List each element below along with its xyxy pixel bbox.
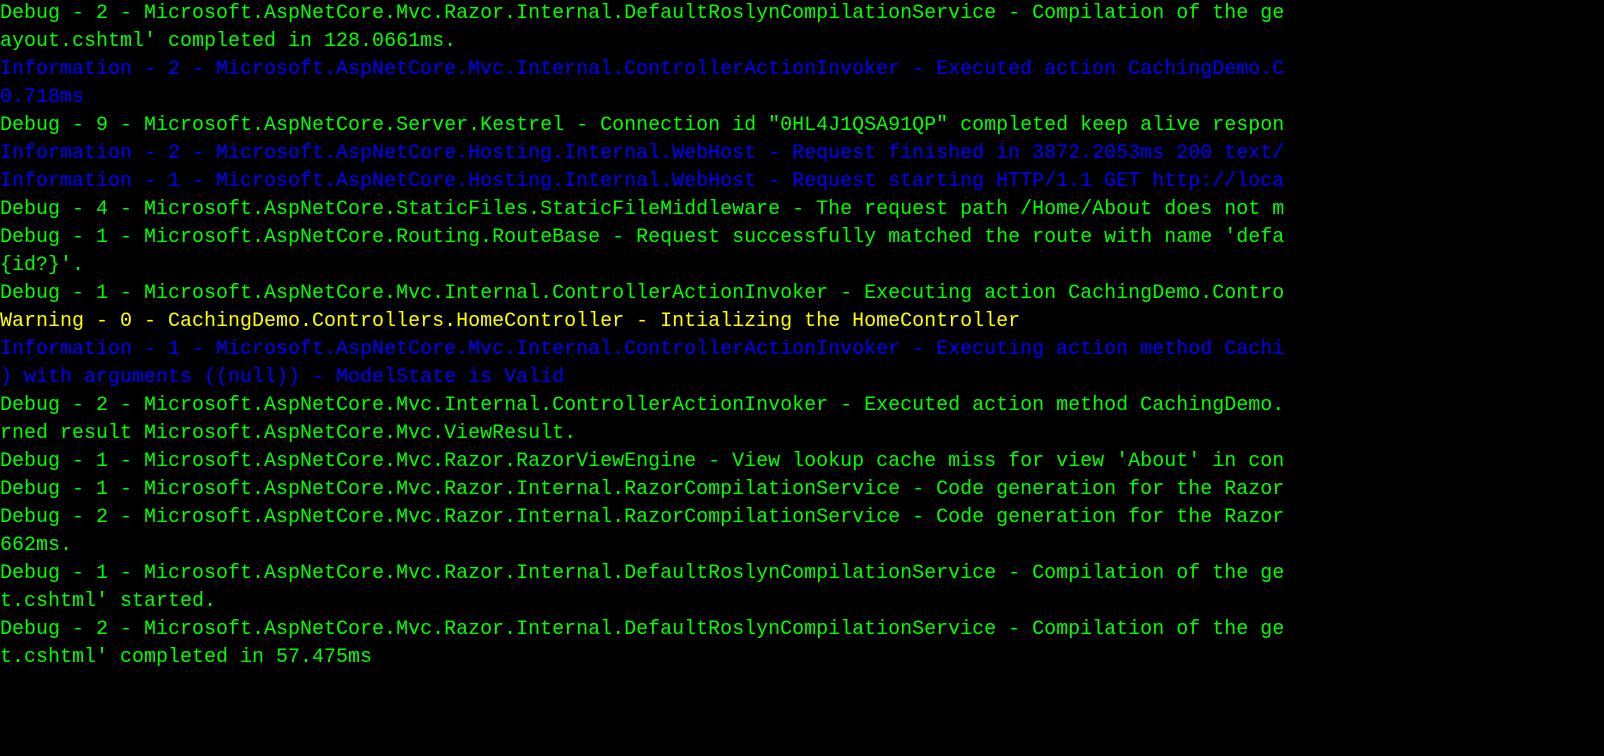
log-line: 662ms. — [0, 532, 1604, 560]
log-line: Debug - 2 - Microsoft.AspNetCore.Mvc.Raz… — [0, 504, 1604, 532]
log-line: Information - 1 - Microsoft.AspNetCore.H… — [0, 168, 1604, 196]
log-line: Debug - 2 - Microsoft.AspNetCore.Mvc.Int… — [0, 392, 1604, 420]
log-line: Information - 2 - Microsoft.AspNetCore.M… — [0, 56, 1604, 84]
log-line: ) with arguments ((null)) - ModelState i… — [0, 364, 1604, 392]
console-output[interactable]: Debug - 2 - Microsoft.AspNetCore.Mvc.Raz… — [0, 0, 1604, 756]
log-line: Debug - 1 - Microsoft.AspNetCore.Mvc.Raz… — [0, 448, 1604, 476]
log-line: Information - 1 - Microsoft.AspNetCore.M… — [0, 336, 1604, 364]
log-line: Debug - 2 - Microsoft.AspNetCore.Mvc.Raz… — [0, 0, 1604, 28]
log-line: t.cshtml' completed in 57.475ms — [0, 644, 1604, 672]
log-line: t.cshtml' started. — [0, 588, 1604, 616]
log-line: Debug - 1 - Microsoft.AspNetCore.Mvc.Raz… — [0, 560, 1604, 588]
log-line: Debug - 2 - Microsoft.AspNetCore.Mvc.Raz… — [0, 616, 1604, 644]
log-line: Debug - 1 - Microsoft.AspNetCore.Mvc.Int… — [0, 280, 1604, 308]
log-line: {id?}'. — [0, 252, 1604, 280]
log-line: Debug - 1 - Microsoft.AspNetCore.Routing… — [0, 224, 1604, 252]
log-line: Warning - 0 - CachingDemo.Controllers.Ho… — [0, 308, 1604, 336]
log-line: Information - 2 - Microsoft.AspNetCore.H… — [0, 140, 1604, 168]
log-line: rned result Microsoft.AspNetCore.Mvc.Vie… — [0, 420, 1604, 448]
log-line: ayout.cshtml' completed in 128.0661ms. — [0, 28, 1604, 56]
log-line: Debug - 4 - Microsoft.AspNetCore.StaticF… — [0, 196, 1604, 224]
log-line: Debug - 9 - Microsoft.AspNetCore.Server.… — [0, 112, 1604, 140]
log-line: 0.718ms — [0, 84, 1604, 112]
log-line: Debug - 1 - Microsoft.AspNetCore.Mvc.Raz… — [0, 476, 1604, 504]
